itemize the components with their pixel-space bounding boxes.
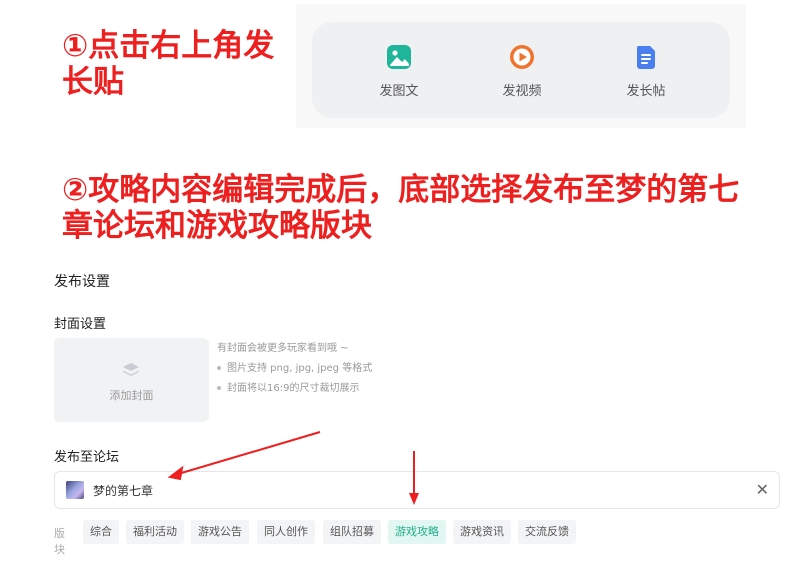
board-chip-team[interactable]: 组队招募: [323, 520, 381, 544]
cover-tip-2: 封面将以16:9的尺寸裁切展示: [217, 379, 372, 399]
board-chip-feedback[interactable]: 交流反馈: [518, 520, 576, 544]
board-chip-fanart[interactable]: 同人创作: [257, 520, 315, 544]
cover-tip-1: 图片支持 png, jpg, jpeg 等格式: [217, 359, 372, 379]
instruction-step2: ②攻略内容编辑完成后，底部选择发布至梦的第七章论坛和游戏攻略版块: [62, 172, 740, 244]
post-video-label: 发视频: [502, 83, 542, 98]
post-image-button[interactable]: 发图文: [359, 42, 439, 99]
board-chip-general[interactable]: 综合: [83, 520, 119, 544]
board-chip-guide[interactable]: 游戏攻略: [388, 520, 446, 544]
forum-avatar: [66, 481, 84, 499]
bullet-icon: [217, 386, 221, 390]
board-chip-announcement[interactable]: 游戏公告: [191, 520, 249, 544]
forum-select[interactable]: 梦的第七章 ✕: [54, 471, 780, 509]
post-type-panel: 发图文 发视频 发长帖: [312, 22, 730, 118]
cover-tip-2-text: 封面将以16:9的尺寸裁切展示: [227, 383, 360, 394]
cover-tips: 有封面会被更多玩家看到哦 ~ 图片支持 png, jpg, jpeg 等格式 封…: [217, 339, 372, 399]
image-icon: [387, 45, 411, 69]
document-icon: [636, 46, 655, 69]
post-image-label: 发图文: [379, 83, 419, 98]
cover-settings-title: 封面设置: [54, 317, 107, 332]
cover-hint: 有封面会被更多玩家看到哦 ~: [217, 343, 349, 354]
cover-tip-1-text: 图片支持 png, jpg, jpeg 等格式: [227, 363, 373, 374]
board-chip-welfare[interactable]: 福利活动: [126, 520, 184, 544]
post-long-button[interactable]: 发长帖: [606, 42, 686, 99]
forum-name: 梦的第七章: [93, 484, 154, 498]
instruction-step1: ①点击右上角发长贴: [62, 28, 275, 100]
post-type-strip: 发图文 发视频 发长帖: [296, 4, 746, 128]
add-cover-label: 添加封面: [109, 389, 154, 402]
arrow-to-forum: [177, 431, 321, 475]
post-long-label: 发长帖: [626, 83, 666, 98]
add-cover-button[interactable]: 添加封面: [54, 338, 209, 422]
close-icon[interactable]: ✕: [756, 480, 769, 499]
board-chip-news[interactable]: 游戏资讯: [453, 520, 511, 544]
board-label: 版块: [54, 527, 65, 556]
video-play-icon: [510, 45, 534, 69]
post-video-button[interactable]: 发视频: [482, 42, 562, 99]
layers-icon: [123, 363, 139, 376]
publish-forum-title: 发布至论坛: [54, 450, 120, 465]
bullet-icon: [217, 366, 221, 370]
publish-settings-title: 发布设置: [54, 274, 110, 290]
